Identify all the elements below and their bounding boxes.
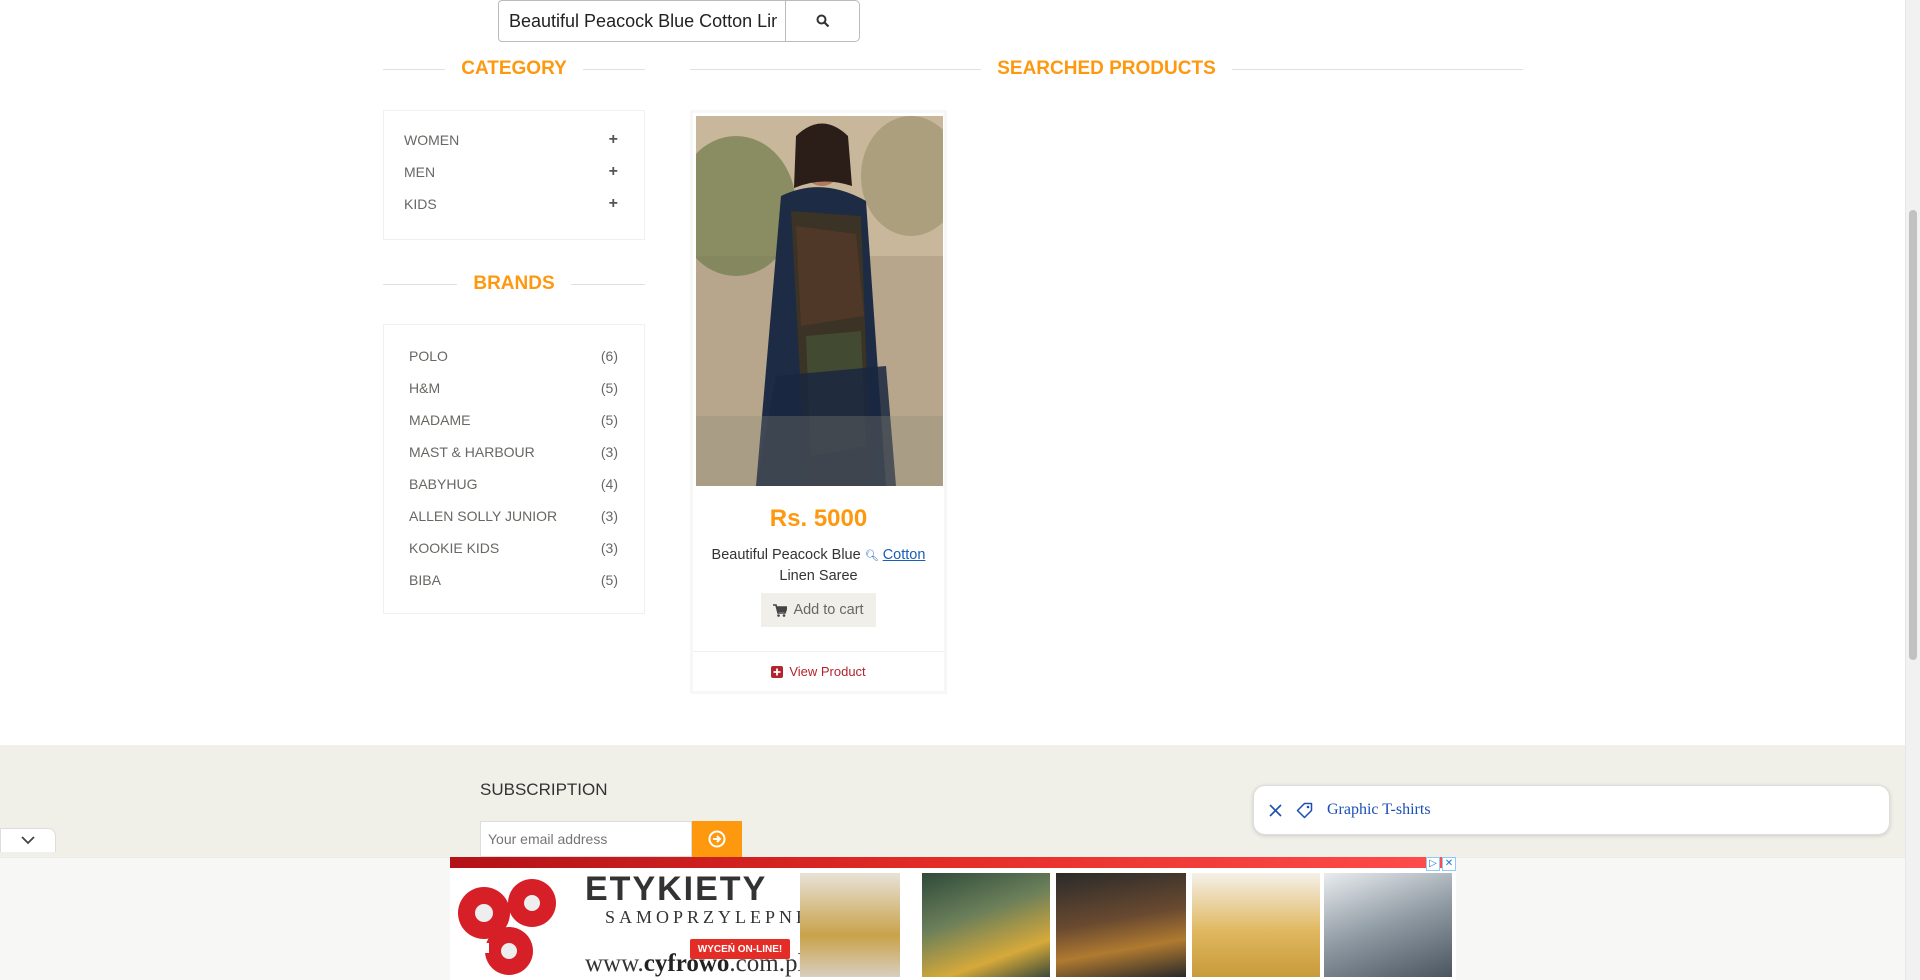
product-name[interactable]: Beautiful Peacock Blue 🔍︎ Cotton Linen S… — [697, 545, 940, 586]
product-price: Rs. 5000 — [769, 505, 868, 532]
brand-name: MAST & HARBOUR — [409, 444, 535, 460]
category-item-men[interactable]: MEN + — [384, 156, 644, 188]
page-scrollbar[interactable] — [1905, 0, 1920, 980]
ad-photo-production-line — [1056, 873, 1186, 977]
suggestion-label[interactable]: Graphic T-shirts — [1327, 801, 1431, 819]
category-label: KIDS — [404, 196, 437, 212]
search-icon — [816, 14, 829, 28]
label-rolls-image — [454, 873, 564, 977]
category-item-kids[interactable]: KIDS + — [384, 188, 644, 220]
ad-subline: SAMOPRZYLEPNE — [605, 907, 812, 927]
brand-item-babyhug[interactable]: BABYHUG (4) — [384, 468, 644, 500]
brand-item-polo[interactable]: POLO (6) — [384, 340, 644, 372]
ad-top-bar — [450, 857, 1456, 868]
brands-panel: POLO (6) H&M (5) MADAME (5) MAST & HARBOUR (… — [383, 324, 645, 614]
plus-square-icon — [771, 665, 784, 678]
brand-item-biba[interactable]: BIBA (5) — [384, 564, 644, 596]
category-title: CATEGORY — [461, 58, 567, 79]
brand-item-hm[interactable]: H&M (5) — [384, 372, 644, 404]
category-heading: CATEGORY — [383, 58, 645, 80]
product-card: Rs. 5000 Beautiful Peacock Blue 🔍︎ Cotto… — [690, 110, 947, 694]
scrollbar-thumb[interactable] — [1909, 210, 1917, 660]
plus-icon[interactable]: + — [609, 163, 618, 181]
brand-count: (6) — [600, 348, 618, 364]
ad-close-icon[interactable]: ✕ — [1442, 857, 1456, 871]
brand-count: (5) — [600, 572, 618, 588]
ad-photo-jars — [1192, 873, 1320, 977]
brand-name: POLO — [409, 348, 448, 364]
view-product-label: View Product — [789, 664, 866, 679]
product-name-link[interactable]: Cotton — [883, 547, 926, 563]
plus-icon[interactable]: + — [609, 195, 618, 213]
brands-title: BRANDS — [473, 273, 555, 294]
product-image[interactable] — [696, 116, 943, 486]
search-button[interactable] — [785, 0, 860, 42]
brand-count: (5) — [600, 412, 618, 428]
brand-item-kookie-kids[interactable]: KOOKIE KIDS (3) — [384, 532, 644, 564]
search-input[interactable] — [498, 0, 788, 42]
brand-name: KOOKIE KIDS — [409, 540, 500, 556]
brands-heading: BRANDS — [383, 273, 645, 295]
product-name-part: Beautiful Peacock Blue — [711, 547, 861, 563]
adchoices-icon[interactable]: ▷ — [1426, 857, 1440, 871]
subscription-title: SUBSCRIPTION — [480, 780, 608, 799]
subscribe-button[interactable] — [692, 821, 742, 857]
category-panel: WOMEN + MEN + KIDS + — [383, 110, 645, 240]
close-icon[interactable] — [1269, 803, 1282, 817]
brand-name: BABYHUG — [409, 476, 478, 492]
brand-item-allen-solly-junior[interactable]: ALLEN SOLLY JUNIOR (3) — [384, 500, 644, 532]
brand-count: (4) — [600, 476, 618, 492]
ad-photo-operator — [1324, 873, 1452, 977]
ad-photo-bottles — [800, 873, 900, 977]
view-product-link[interactable]: View Product — [693, 651, 944, 691]
category-label: MEN — [404, 164, 436, 180]
brand-name: MADAME — [409, 412, 471, 428]
category-label: WOMEN — [404, 132, 460, 148]
collapse-toggle[interactable] — [0, 828, 56, 852]
ad-url: www.cyfrowo.com.pl — [585, 950, 805, 977]
searched-products-title: SEARCHED PRODUCTS — [997, 58, 1216, 79]
email-field[interactable] — [480, 821, 692, 857]
cart-icon — [773, 603, 788, 617]
brand-name: ALLEN SOLLY JUNIOR — [409, 508, 558, 524]
brand-count: (5) — [600, 380, 618, 396]
ad-banner[interactable]: ▷ ✕ ETYKIETY SAMOPRZYLEPNE WYCEŃ ON-LINE… — [450, 857, 1456, 980]
brand-count: (3) — [600, 444, 618, 460]
brand-name: BIBA — [409, 572, 441, 588]
chevron-down-icon — [21, 836, 35, 845]
search-bar — [498, 0, 860, 42]
ad-headline: ETYKIETY — [585, 870, 768, 908]
add-to-cart-button[interactable]: Add to cart — [761, 593, 876, 627]
searched-products-heading: SEARCHED PRODUCTS — [690, 58, 1523, 80]
arrow-circle-right-icon — [708, 830, 726, 848]
brand-item-madame[interactable]: MADAME (5) — [384, 404, 644, 436]
ad-controls: ▷ ✕ — [1426, 857, 1456, 871]
brand-count: (3) — [600, 508, 618, 524]
suggestion-chip[interactable]: Graphic T-shirts — [1253, 785, 1890, 835]
category-item-women[interactable]: WOMEN + — [384, 124, 644, 156]
ad-photo-worker — [922, 873, 1050, 977]
add-to-cart-label: Add to cart — [793, 602, 864, 618]
tag-icon — [1296, 802, 1313, 818]
product-name-part: Linen Saree — [779, 568, 858, 584]
brand-name: H&M — [409, 380, 441, 396]
page: CATEGORY WOMEN + MEN + KIDS + BRANDS POL… — [0, 0, 1920, 980]
brand-item-mast-harbour[interactable]: MAST & HARBOUR (3) — [384, 436, 644, 468]
plus-icon[interactable]: + — [609, 131, 618, 149]
brand-count: (3) — [600, 540, 618, 556]
search-icon: 🔍︎ — [864, 550, 879, 562]
